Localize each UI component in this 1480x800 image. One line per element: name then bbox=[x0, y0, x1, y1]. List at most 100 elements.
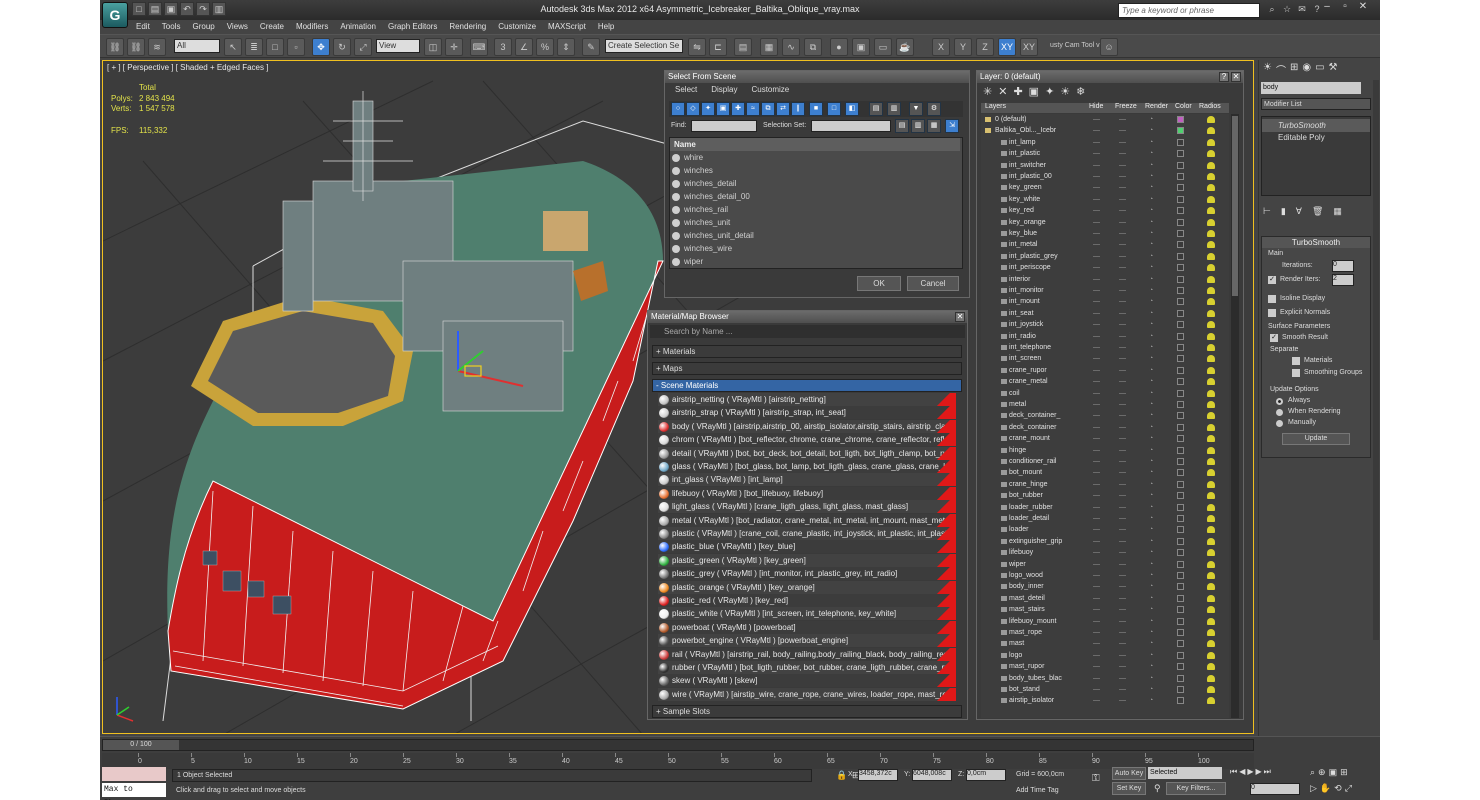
sfs-option-2-icon[interactable]: ▥ bbox=[911, 119, 925, 133]
render-toggle-icon[interactable]: ◔ bbox=[1149, 547, 1153, 558]
show-end-result-icon[interactable]: ▮ bbox=[1281, 206, 1286, 217]
color-swatch[interactable] bbox=[1177, 161, 1184, 169]
materials-checkbox[interactable] bbox=[1292, 357, 1300, 365]
layer-row[interactable]: crane_hinge — — ◔ bbox=[981, 479, 1229, 490]
radiosity-icon[interactable] bbox=[1207, 572, 1215, 579]
freeze-toggle-icon[interactable]: — bbox=[1119, 650, 1126, 661]
geometry-filter-icon[interactable]: ○ bbox=[671, 102, 685, 116]
communication-icon[interactable]: ✉ bbox=[1296, 3, 1308, 15]
radiosity-icon[interactable] bbox=[1207, 161, 1215, 169]
hide-toggle-icon[interactable]: — bbox=[1093, 205, 1100, 216]
layer-help-icon[interactable]: ? bbox=[1219, 72, 1229, 82]
color-swatch[interactable] bbox=[1177, 640, 1184, 648]
material-item[interactable]: rubber ( VRayMtl ) [bot_ligth_rubber, bo… bbox=[658, 661, 956, 674]
filter-funnel-icon[interactable]: ▼ bbox=[909, 102, 923, 116]
hide-toggle-icon[interactable]: — bbox=[1093, 388, 1100, 399]
material-item[interactable]: lifebuoy ( VRayMtl ) [bot_lifebuoy, life… bbox=[658, 486, 956, 500]
color-swatch[interactable] bbox=[1177, 515, 1184, 522]
hide-toggle-icon[interactable]: — bbox=[1093, 593, 1100, 604]
object-list-item[interactable]: winches_wire bbox=[670, 242, 960, 255]
smoothing-groups-checkbox[interactable] bbox=[1292, 369, 1300, 377]
render-toggle-icon[interactable]: ◔ bbox=[1149, 194, 1153, 205]
radiosity-icon[interactable] bbox=[1207, 640, 1215, 648]
color-swatch[interactable] bbox=[1177, 674, 1184, 682]
freeze-toggle-icon[interactable]: — bbox=[1119, 182, 1126, 193]
display-children-icon[interactable]: ▤ bbox=[869, 102, 883, 116]
menu-help[interactable]: Help bbox=[592, 20, 620, 33]
radiosity-icon[interactable] bbox=[1207, 184, 1215, 192]
viewport-label[interactable]: [ + ] [ Perspective ] [ Shaded + Edged F… bbox=[107, 63, 268, 72]
radiosity-icon[interactable] bbox=[1207, 252, 1215, 260]
color-swatch[interactable] bbox=[1177, 480, 1184, 488]
freeze-toggle-icon[interactable]: — bbox=[1119, 148, 1126, 159]
render-toggle-icon[interactable]: ◔ bbox=[1149, 638, 1153, 649]
render-toggle-icon[interactable]: ◔ bbox=[1149, 593, 1153, 604]
freeze-toggle-icon[interactable]: — bbox=[1119, 365, 1126, 376]
render-toggle-icon[interactable]: ◔ bbox=[1149, 342, 1153, 353]
freeze-toggle-icon[interactable]: — bbox=[1119, 445, 1126, 456]
material-item[interactable]: airstrip_netting ( VRayMtl ) [airstrip_n… bbox=[658, 393, 956, 406]
material-item[interactable]: light_glass ( VRayMtl ) [crane_ligth_gla… bbox=[658, 500, 956, 514]
hide-toggle-icon[interactable]: — bbox=[1093, 148, 1100, 159]
freeze-toggle-icon[interactable]: — bbox=[1119, 661, 1126, 672]
cancel-button[interactable]: Cancel bbox=[907, 276, 959, 291]
object-list-item[interactable]: winches_unit bbox=[670, 216, 960, 229]
color-swatch[interactable] bbox=[1177, 526, 1184, 534]
color-swatch[interactable] bbox=[1177, 252, 1184, 260]
material-item[interactable]: skew ( VRayMtl ) [skew] bbox=[658, 674, 956, 688]
hide-toggle-icon[interactable]: — bbox=[1093, 399, 1100, 410]
color-swatch[interactable] bbox=[1177, 241, 1184, 249]
all-filter-icon[interactable]: ■ bbox=[809, 102, 823, 116]
key-mode-dropdown[interactable]: Selected bbox=[1148, 767, 1222, 779]
warps-filter-icon[interactable]: ≈ bbox=[746, 102, 760, 116]
snap-toggle-icon[interactable]: 3 bbox=[494, 38, 512, 56]
play-icon[interactable]: ▶ bbox=[1247, 767, 1253, 777]
render-toggle-icon[interactable]: ◔ bbox=[1149, 433, 1153, 444]
hide-toggle-icon[interactable]: — bbox=[1093, 661, 1100, 672]
color-swatch[interactable] bbox=[1177, 116, 1184, 123]
render-toggle-icon[interactable]: ◔ bbox=[1149, 490, 1153, 501]
hide-toggle-icon[interactable]: — bbox=[1093, 125, 1100, 136]
layer-row[interactable]: key_blue — — ◔ bbox=[981, 228, 1229, 239]
update-button[interactable]: Update bbox=[1282, 433, 1350, 445]
hide-toggle-icon[interactable]: — bbox=[1093, 228, 1100, 239]
isoline-checkbox[interactable] bbox=[1268, 295, 1276, 303]
radiosity-icon[interactable] bbox=[1207, 366, 1215, 374]
color-swatch[interactable] bbox=[1177, 195, 1184, 203]
maximize-button[interactable]: ▫ bbox=[1338, 1, 1352, 15]
object-list-item[interactable]: whire bbox=[670, 151, 960, 164]
layer-manager-icon[interactable]: ▤ bbox=[734, 38, 752, 56]
menu-customize[interactable]: Customize bbox=[492, 20, 542, 33]
object-list-item[interactable]: winches bbox=[670, 164, 960, 177]
hide-toggle-icon[interactable]: — bbox=[1093, 604, 1100, 615]
radiosity-icon[interactable] bbox=[1207, 446, 1215, 454]
render-toggle-icon[interactable]: ◔ bbox=[1149, 410, 1153, 421]
material-item[interactable]: plastic_green ( VRayMtl ) [key_green] bbox=[658, 553, 956, 567]
render-toggle-icon[interactable]: ◔ bbox=[1149, 125, 1153, 136]
layer-row[interactable]: deck_container_ — — ◔ bbox=[981, 410, 1229, 421]
explicit-normals-checkbox[interactable] bbox=[1268, 309, 1276, 317]
set-key-icon[interactable]: ⚲ bbox=[1154, 783, 1161, 794]
layer-row[interactable]: logo — — ◔ bbox=[981, 650, 1229, 661]
render-toggle-icon[interactable]: ◔ bbox=[1149, 217, 1153, 228]
color-swatch[interactable] bbox=[1177, 617, 1184, 625]
ok-button[interactable]: OK bbox=[857, 276, 901, 291]
layer-row[interactable]: key_orange — — ◔ bbox=[981, 217, 1229, 228]
radiosity-icon[interactable] bbox=[1207, 116, 1215, 123]
render-toggle-icon[interactable]: ◔ bbox=[1149, 319, 1153, 330]
configure-sets-icon[interactable]: ▦ bbox=[1333, 206, 1342, 217]
object-list-item[interactable]: winches_unit_detail bbox=[670, 229, 960, 242]
binoculars-icon[interactable]: ⌕ bbox=[1266, 3, 1278, 15]
group-materials[interactable]: + Materials bbox=[652, 345, 962, 358]
hide-toggle-icon[interactable]: — bbox=[1093, 114, 1100, 125]
xrefs-filter-icon[interactable]: ⇄ bbox=[776, 102, 790, 116]
render-toggle-icon[interactable]: ◔ bbox=[1149, 114, 1153, 125]
radiosity-icon[interactable] bbox=[1207, 241, 1215, 249]
radiosity-icon[interactable] bbox=[1207, 275, 1215, 283]
display-influences-icon[interactable]: ▥ bbox=[887, 102, 901, 116]
color-swatch[interactable] bbox=[1177, 663, 1184, 671]
freeze-toggle-icon[interactable]: — bbox=[1119, 638, 1126, 649]
color-swatch[interactable] bbox=[1177, 572, 1184, 579]
radiosity-icon[interactable] bbox=[1207, 663, 1215, 671]
layer-row[interactable]: logo_wood — — ◔ bbox=[981, 570, 1229, 581]
